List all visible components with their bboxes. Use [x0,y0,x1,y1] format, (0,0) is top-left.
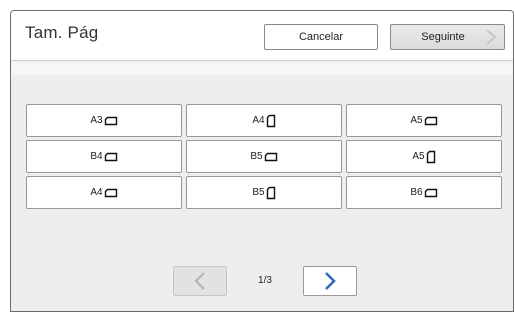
size-label: B4 [90,151,103,162]
dialog-window: Tam. Pág Cancelar Seguinte A3 A4 A5 B4 B… [10,10,514,312]
chevron-right-icon [325,272,336,290]
paper-landscape-icon [424,188,437,197]
cancel-button-label: Cancelar [298,31,344,43]
size-button-b4-landscape[interactable]: B4 [26,140,182,173]
cancel-button[interactable]: Cancelar [264,24,378,50]
size-label: A4 [252,115,265,126]
header-separator-band [11,62,513,75]
size-button-a5-portrait[interactable]: A5 [346,140,502,173]
paper-landscape-icon [424,116,437,125]
next-button-label: Seguinte [421,31,465,43]
size-button-b6-landscape[interactable]: B6 [346,176,502,209]
size-label: A5 [412,151,425,162]
size-button-a4-landscape[interactable]: A4 [26,176,182,209]
size-label: A4 [90,187,103,198]
paper-landscape-icon [104,152,117,161]
paper-landscape-icon [104,116,117,125]
size-label: B5 [250,151,263,162]
chevron-right-icon [486,29,497,45]
paper-portrait-icon [266,114,275,127]
size-label: A5 [410,115,423,126]
next-button[interactable]: Seguinte [390,24,505,50]
size-button-a4-portrait[interactable]: A4 [186,104,342,137]
page-title: Tam. Pág [25,23,99,42]
paper-landscape-icon [264,152,277,161]
pagination: 1/3 [11,264,513,298]
size-label: B5 [252,187,265,198]
previous-page-button[interactable] [173,266,227,296]
size-label: A3 [90,115,103,126]
size-button-b5-portrait[interactable]: B5 [186,176,342,209]
paper-portrait-icon [266,186,275,199]
page-indicator: 1/3 [258,275,272,286]
paper-landscape-icon [104,188,117,197]
size-button-a5-landscape[interactable]: A5 [346,104,502,137]
size-label: B6 [410,187,423,198]
dialog-header: Tam. Pág Cancelar Seguinte [11,11,513,61]
paper-portrait-icon [426,150,435,163]
size-button-b5-landscape[interactable]: B5 [186,140,342,173]
paper-size-grid: A3 A4 A5 B4 B5 A5 A4 B5 B6 [26,104,502,209]
next-page-button[interactable] [303,266,357,296]
size-button-a3-landscape[interactable]: A3 [26,104,182,137]
chevron-left-icon [194,272,205,290]
